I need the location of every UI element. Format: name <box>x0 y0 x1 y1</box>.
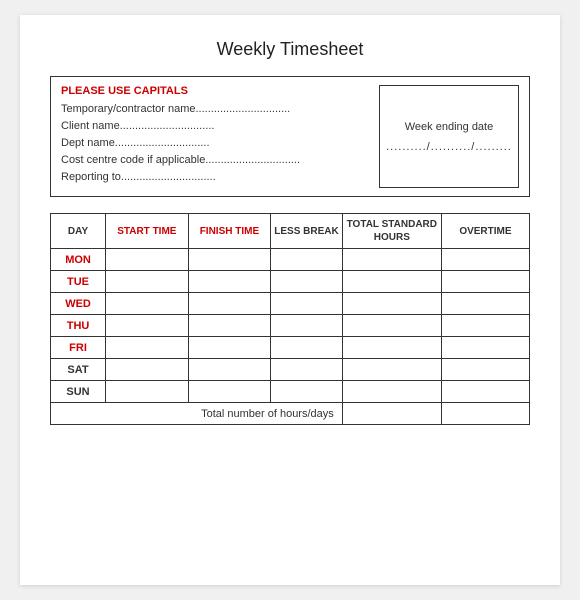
data-cell[interactable] <box>188 315 271 337</box>
data-cell[interactable] <box>441 271 529 293</box>
data-cell[interactable] <box>106 359 189 381</box>
header-less-break: LESS BREAK <box>271 214 343 249</box>
day-cell-wed: WED <box>51 293 106 315</box>
total-data-cell[interactable] <box>441 403 529 425</box>
field-reporting-to: Reporting to............................… <box>61 171 367 183</box>
data-cell[interactable] <box>106 315 189 337</box>
header-finish-time: FINISH TIME <box>188 214 271 249</box>
table-row: SUN <box>51 381 530 403</box>
data-cell[interactable] <box>342 359 441 381</box>
data-cell[interactable] <box>188 293 271 315</box>
header-overtime: OVERTIME <box>441 214 529 249</box>
data-cell[interactable] <box>441 315 529 337</box>
field-cost-centre: Cost centre code if applicable..........… <box>61 154 367 166</box>
data-cell[interactable] <box>342 249 441 271</box>
total-row: Total number of hours/days <box>51 403 530 425</box>
data-cell[interactable] <box>188 337 271 359</box>
table-row: TUE <box>51 271 530 293</box>
table-row: SAT <box>51 359 530 381</box>
field-client-name: Client name.............................… <box>61 120 367 132</box>
data-cell[interactable] <box>106 249 189 271</box>
data-cell[interactable] <box>342 381 441 403</box>
data-cell[interactable] <box>271 293 343 315</box>
field-dept-name: Dept name............................... <box>61 137 367 149</box>
header-total-standard-hours: TOTAL STANDARD HOURS <box>342 214 441 249</box>
day-cell-thu: THU <box>51 315 106 337</box>
total-label: Total number of hours/days <box>51 403 343 425</box>
data-cell[interactable] <box>106 293 189 315</box>
data-cell[interactable] <box>441 359 529 381</box>
week-ending-label: Week ending date <box>405 121 493 133</box>
page: Weekly Timesheet PLEASE USE CAPITALS Tem… <box>20 15 560 585</box>
data-cell[interactable] <box>271 271 343 293</box>
day-cell-mon: MON <box>51 249 106 271</box>
data-cell[interactable] <box>188 249 271 271</box>
data-cell[interactable] <box>342 271 441 293</box>
data-cell[interactable] <box>342 293 441 315</box>
data-cell[interactable] <box>271 359 343 381</box>
table-row: MON <box>51 249 530 271</box>
data-cell[interactable] <box>106 271 189 293</box>
data-cell[interactable] <box>188 381 271 403</box>
data-cell[interactable] <box>271 249 343 271</box>
timesheet-table: DAY START TIME FINISH TIME LESS BREAK TO… <box>50 213 530 425</box>
table-row: FRI <box>51 337 530 359</box>
header-start-time: START TIME <box>106 214 189 249</box>
page-title: Weekly Timesheet <box>50 39 530 60</box>
data-cell[interactable] <box>188 359 271 381</box>
please-use-capitals: PLEASE USE CAPITALS <box>61 85 367 97</box>
week-ending-box: Week ending date ........../........../.… <box>379 85 519 188</box>
data-cell[interactable] <box>342 315 441 337</box>
week-ending-date: ........../........../......... <box>386 141 512 153</box>
data-cell[interactable] <box>271 315 343 337</box>
data-cell[interactable] <box>188 271 271 293</box>
header-day: DAY <box>51 214 106 249</box>
data-cell[interactable] <box>106 337 189 359</box>
data-cell[interactable] <box>441 381 529 403</box>
data-cell[interactable] <box>271 337 343 359</box>
table-row: WED <box>51 293 530 315</box>
data-cell[interactable] <box>342 337 441 359</box>
total-data-cell[interactable] <box>342 403 441 425</box>
info-box: PLEASE USE CAPITALS Temporary/contractor… <box>50 76 530 197</box>
day-cell-sat: SAT <box>51 359 106 381</box>
data-cell[interactable] <box>441 293 529 315</box>
data-cell[interactable] <box>441 337 529 359</box>
data-cell[interactable] <box>271 381 343 403</box>
table-row: THU <box>51 315 530 337</box>
data-cell[interactable] <box>106 381 189 403</box>
day-cell-tue: TUE <box>51 271 106 293</box>
data-cell[interactable] <box>441 249 529 271</box>
info-left: PLEASE USE CAPITALS Temporary/contractor… <box>61 85 367 188</box>
field-temp-contractor: Temporary/contractor name...............… <box>61 103 367 115</box>
day-cell-sun: SUN <box>51 381 106 403</box>
day-cell-fri: FRI <box>51 337 106 359</box>
